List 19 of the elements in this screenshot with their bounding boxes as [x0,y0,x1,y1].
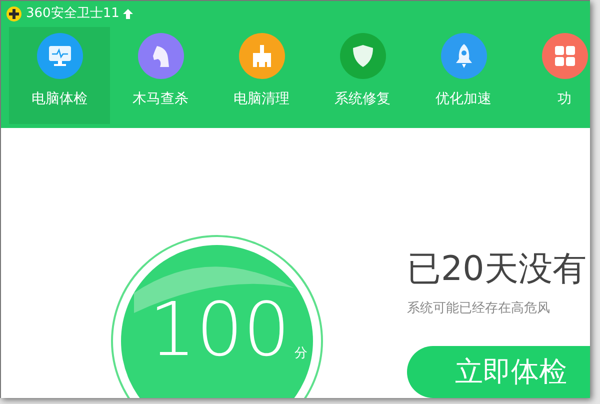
nav-tab[interactable]: 电脑体检 [9,27,110,124]
shield-icon [352,44,374,68]
score-value: 100 [149,293,290,367]
monitor-icon [48,45,72,67]
up-arrow-icon[interactable] [123,9,134,19]
nav-tab[interactable]: 优化加速 [413,27,514,124]
horse-head-icon [150,44,170,68]
nav-tab[interactable]: 系统修复 [312,27,413,124]
nav-tab[interactable]: 木马查杀 [110,27,211,124]
subtitle: 系统可能已经存在高危风 [407,300,551,318]
nav-tab[interactable]: 电脑清理 [211,27,312,124]
nav-tab[interactable]: 功 [514,27,590,124]
scan-button[interactable]: 立即体检 [407,346,590,398]
app-logo-icon [6,6,22,22]
grid-icon [554,45,576,67]
rocket-icon [454,43,474,69]
window-title: 360安全卫士11 [26,5,120,24]
score-unit: 分 [294,344,308,362]
headline: 已20天没有 [407,248,588,290]
